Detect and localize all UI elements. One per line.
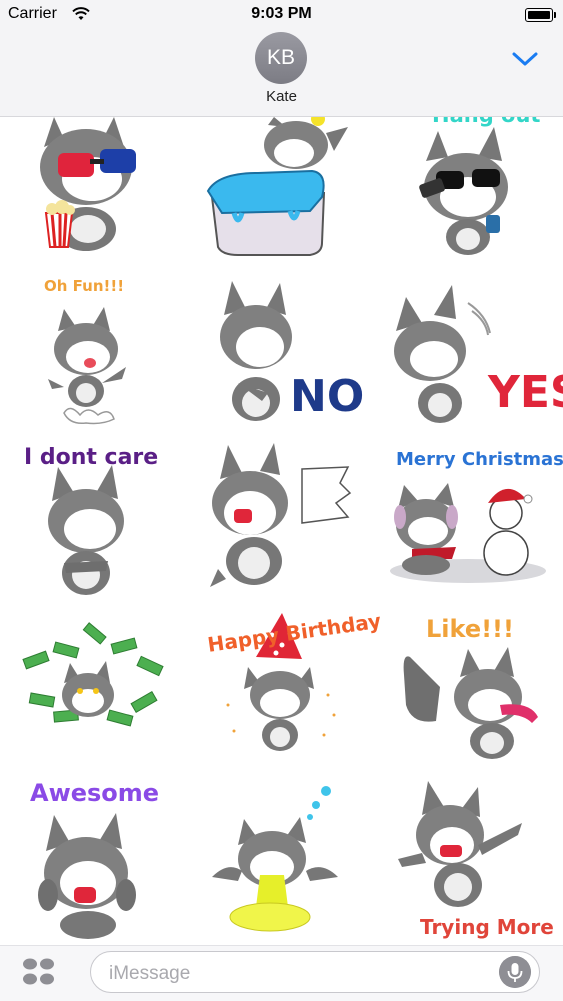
sticker-grid: Hang out Oh Fun!!! NO	[0, 117, 563, 945]
app-drawer-icon[interactable]	[20, 956, 58, 988]
sticker-3d-glasses[interactable]	[14, 117, 184, 283]
battery-icon	[525, 8, 556, 22]
avatar[interactable]: KB	[255, 32, 307, 84]
sticker-money[interactable]	[14, 605, 184, 771]
husky-bathtub-illustration	[206, 117, 348, 256]
chevron-down-icon[interactable]	[511, 50, 539, 68]
sticker-no[interactable]: NO	[198, 275, 368, 441]
sticker-vomit[interactable]	[198, 775, 368, 941]
sticker-shouting[interactable]	[198, 437, 368, 603]
sticker-happy-birthday[interactable]: Happy Birthday	[198, 605, 383, 771]
sticker-like[interactable]: Like!!!	[382, 605, 552, 771]
sticker-awesome[interactable]: Awesome	[14, 775, 184, 941]
sticker-caption: I dont care	[24, 445, 159, 470]
status-bar: Carrier 9:03 PM	[0, 0, 563, 30]
husky-jumping-illustration	[48, 307, 126, 425]
husky-3d-glasses-illustration	[40, 117, 136, 251]
sticker-caption: Like!!!	[426, 615, 514, 643]
sticker-caption: YES	[488, 367, 563, 418]
sticker-merry-christmas[interactable]: Merry Christmas	[382, 437, 563, 603]
sticker-hang-out[interactable]: Hang out	[382, 117, 552, 283]
husky-shouting-illustration	[210, 443, 352, 587]
compose-bar: iMessage	[0, 945, 563, 1001]
sticker-yes[interactable]: YES	[382, 275, 563, 441]
sticker-bathtub[interactable]	[198, 117, 368, 283]
contact-name[interactable]: Kate	[0, 88, 563, 105]
sticker-caption: Awesome	[30, 779, 160, 807]
husky-sunglasses-illustration	[419, 127, 508, 255]
message-placeholder: iMessage	[109, 963, 191, 984]
sticker-oh-fun[interactable]: Oh Fun!!!	[14, 275, 184, 441]
sticker-caption: Merry Christmas	[396, 449, 563, 470]
sticker-caption: NO	[290, 371, 365, 422]
sticker-i-dont-care[interactable]: I dont care	[14, 437, 184, 603]
sticker-caption: Trying More	[420, 915, 554, 939]
status-time: 9:03 PM	[251, 5, 312, 22]
sticker-caption: Oh Fun!!!	[44, 277, 125, 295]
husky-vomit-illustration	[212, 786, 338, 932]
sticker-trying-more[interactable]: Trying More	[382, 775, 554, 941]
message-input[interactable]: iMessage	[90, 951, 540, 993]
sticker-caption: Hang out	[432, 117, 540, 127]
husky-money-illustration	[22, 622, 164, 727]
microphone-icon[interactable]	[499, 956, 531, 988]
conversation-header: KB Kate	[0, 30, 563, 117]
